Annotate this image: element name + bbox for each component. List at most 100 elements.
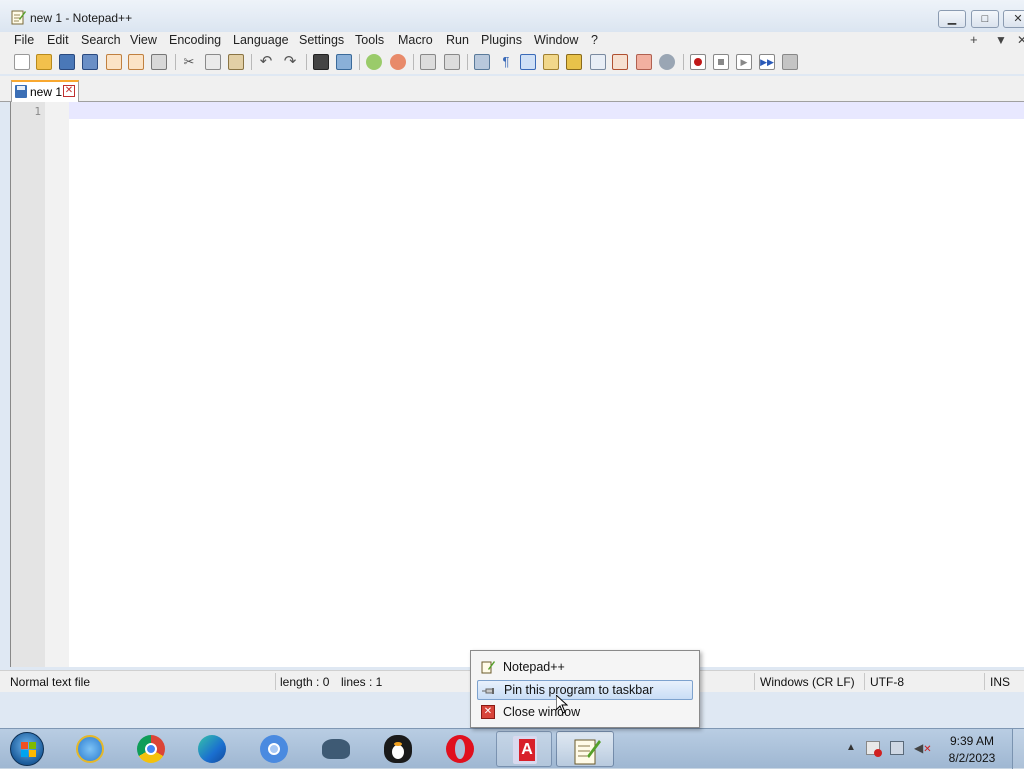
status-file-type: Normal text file <box>10 675 91 689</box>
redo-icon[interactable]: ↷ <box>282 54 298 70</box>
taskbar-chromium[interactable] <box>248 731 300 767</box>
tab-list-dropdown-icon[interactable]: ▼ <box>995 33 1007 47</box>
print-icon[interactable] <box>151 54 167 70</box>
close-all-icon[interactable] <box>128 54 144 70</box>
network-icon[interactable] <box>890 741 904 755</box>
show-desktop-button[interactable] <box>1012 729 1024 769</box>
close-document-button[interactable]: ✕ <box>1017 33 1024 47</box>
jumplist-item-notepadpp[interactable]: Notepad++ <box>477 657 693 677</box>
status-length: length : 0 <box>280 675 330 689</box>
stop-recording-icon[interactable] <box>713 54 729 70</box>
flag-red <box>21 742 28 749</box>
zoom-out-icon[interactable] <box>390 54 406 70</box>
user-defined-language-icon[interactable] <box>543 54 559 70</box>
notepadpp-icon <box>481 661 495 674</box>
taskbar-opera[interactable] <box>434 731 486 767</box>
document-map-icon[interactable] <box>566 54 582 70</box>
tab-new-1[interactable]: new 1 ✕ <box>11 80 79 102</box>
save-macro-icon[interactable] <box>782 54 798 70</box>
open-file-icon[interactable] <box>36 54 52 70</box>
document-list-icon[interactable] <box>590 54 606 70</box>
monitoring-icon[interactable] <box>659 54 675 70</box>
tab-close-icon[interactable]: ✕ <box>63 85 75 97</box>
menu-macro[interactable]: Macro <box>398 33 433 47</box>
close-icon[interactable] <box>106 54 122 70</box>
close-icon: ✕ <box>1013 13 1023 25</box>
toolbar: ✂ ↶ ↷ ¶ ▶ ▶▶ <box>0 50 1024 74</box>
cut-icon[interactable]: ✂ <box>181 54 197 70</box>
edge-icon <box>198 735 226 763</box>
record-macro-icon[interactable] <box>690 54 706 70</box>
replace-icon[interactable] <box>336 54 352 70</box>
taskbar-acrobat[interactable]: A <box>496 731 552 767</box>
menu-help[interactable]: ? <box>591 33 598 47</box>
menu-view[interactable]: View <box>130 33 157 47</box>
play-macro-icon[interactable]: ▶ <box>736 54 752 70</box>
clock-date[interactable]: 8/2/2023 <box>942 751 1002 765</box>
indent-guide-icon[interactable] <box>520 54 536 70</box>
acrobat-icon: A <box>513 736 537 764</box>
toolbar-separator <box>359 54 360 70</box>
show-hidden-icons-icon[interactable]: ▲ <box>846 742 856 753</box>
menu-encoding[interactable]: Encoding <box>169 33 221 47</box>
taskbar-internet-explorer[interactable] <box>64 731 116 767</box>
menu-file[interactable]: File <box>14 33 34 47</box>
menu-plugins[interactable]: Plugins <box>481 33 522 47</box>
status-separator <box>754 673 755 690</box>
taskbar-notepadpp-active[interactable] <box>556 731 614 767</box>
word-wrap-icon[interactable] <box>474 54 490 70</box>
jumplist-item-close-window[interactable]: ✕ Close window <box>477 702 693 722</box>
status-eol[interactable]: Windows (CR LF) <box>760 675 855 689</box>
status-encoding[interactable]: UTF-8 <box>870 675 904 689</box>
sync-horizontal-icon[interactable] <box>444 54 460 70</box>
save-all-icon[interactable] <box>82 54 98 70</box>
minimize-button[interactable]: ▁ <box>938 10 966 28</box>
folder-as-workspace-icon[interactable] <box>636 54 652 70</box>
copy-icon[interactable] <box>205 54 221 70</box>
menu-window[interactable]: Window <box>534 33 578 47</box>
new-file-icon[interactable] <box>14 54 30 70</box>
jumplist-item-pin-to-taskbar[interactable]: Pin this program to taskbar <box>477 680 693 700</box>
taskbar: A ▲ ◀✕ 9:39 AM 8/2/2023 <box>0 728 1024 769</box>
menu-language[interactable]: Language <box>233 33 289 47</box>
sync-vertical-icon[interactable] <box>420 54 436 70</box>
maximize-button[interactable]: □ <box>971 10 999 28</box>
menu-search[interactable]: Search <box>81 33 121 47</box>
opera-icon <box>446 735 474 763</box>
start-button[interactable] <box>4 729 48 769</box>
taskbar-chrome[interactable] <box>125 731 177 767</box>
status-insert-mode[interactable]: INS <box>990 675 1010 689</box>
editor-area[interactable]: 1 <box>10 102 1024 667</box>
close-button[interactable]: ✕ <box>1003 10 1024 28</box>
save-icon[interactable] <box>59 54 75 70</box>
find-icon[interactable] <box>313 54 329 70</box>
action-center-icon[interactable] <box>866 741 882 757</box>
notepadpp-window: new 1 - Notepad++ ▁ □ ✕ File Edit Search… <box>0 0 1024 728</box>
menu-run[interactable]: Run <box>446 33 469 47</box>
toolbar-separator <box>413 54 414 70</box>
taskbar-reader[interactable] <box>310 731 362 767</box>
title-bar[interactable]: new 1 - Notepad++ ▁ □ ✕ <box>0 0 1024 32</box>
menu-tools[interactable]: Tools <box>355 33 384 47</box>
taskbar-penguin-app[interactable] <box>372 731 424 767</box>
taskbar-edge[interactable] <box>186 731 238 767</box>
menu-settings[interactable]: Settings <box>299 33 344 47</box>
run-macro-multiple-icon[interactable]: ▶▶ <box>759 54 775 70</box>
jumplist-label: Close window <box>503 705 581 719</box>
pin-icon <box>482 688 494 694</box>
undo-icon[interactable]: ↶ <box>258 54 274 70</box>
tab-bar: new 1 ✕ <box>0 76 1024 102</box>
menu-edit[interactable]: Edit <box>47 33 69 47</box>
windows-logo-icon <box>10 732 44 766</box>
function-list-icon[interactable] <box>612 54 628 70</box>
paste-icon[interactable] <box>228 54 244 70</box>
show-all-characters-icon[interactable]: ¶ <box>498 54 514 70</box>
status-separator <box>275 673 276 690</box>
zoom-in-icon[interactable] <box>366 54 382 70</box>
clock-time[interactable]: 9:39 AM <box>942 734 1002 748</box>
toolbar-separator <box>467 54 468 70</box>
volume-muted-icon[interactable]: ◀✕ <box>914 741 932 755</box>
flag-blue <box>21 750 28 757</box>
window-title: new 1 - Notepad++ <box>30 11 133 25</box>
add-tab-button[interactable]: + <box>970 32 978 47</box>
